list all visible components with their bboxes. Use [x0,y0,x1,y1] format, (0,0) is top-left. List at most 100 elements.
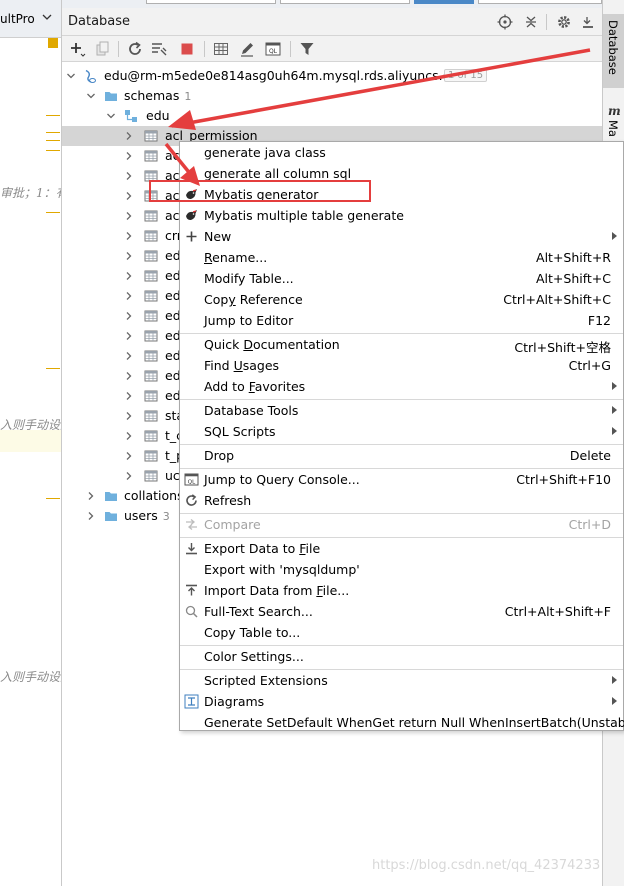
add-icon[interactable] [68,40,86,58]
schemas-label: schemas [124,88,180,103]
editor-tab[interactable]: ultPro [0,0,61,38]
menu-item-generate-java-class[interactable]: generate java class [180,142,623,163]
gutter-marker [46,498,60,499]
menu-item-export-data-to-file[interactable]: Export Data to File [180,538,623,559]
menu-item-new[interactable]: New [180,226,623,247]
menu-item-label: SQL Scripts [204,424,276,439]
menu-item-full-text-search[interactable]: Full-Text Search... Ctrl+Alt+Shift+F [180,601,623,622]
chevron-right-icon[interactable] [124,291,134,301]
chevron-right-icon[interactable] [124,231,134,241]
hide-icon[interactable] [580,14,596,30]
tab-stub[interactable] [478,0,602,4]
chevron-right-icon[interactable] [124,431,134,441]
chevron-right-icon[interactable] [124,371,134,381]
menu-item-diagrams[interactable]: Diagrams [180,691,623,712]
chevron-right-icon[interactable] [124,391,134,401]
tree-node-schemas[interactable]: schemas 1 [62,86,602,106]
chevron-right-icon[interactable] [124,351,134,361]
menu-item-label: Rename... [204,250,268,265]
chevron-right-icon[interactable] [124,211,134,221]
table-icon [144,210,158,222]
menu-item-drop[interactable]: Drop Delete [180,445,623,466]
menu-item-color-settings[interactable]: Color Settings... [180,646,623,667]
submenu-arrow-icon [612,406,617,414]
tool-window-title: Database [68,14,131,29]
chevron-right-icon[interactable] [124,331,134,341]
stop-icon[interactable] [178,40,196,58]
chevron-right-icon[interactable] [124,271,134,281]
toolbar-separator [204,41,205,57]
menu-item-rename[interactable]: Rename... Alt+Shift+R [180,247,623,268]
tree-node-datasource[interactable]: edu@rm-m5ede0e814asg0uh64m.mysql.rds.ali… [62,66,602,86]
menu-item-shortcut: Ctrl+Shift+空格 [514,340,611,355]
menu-item-add-to-favorites[interactable]: Add to Favorites [180,376,623,397]
menu-item-copy-table-to[interactable]: Copy Table to... [180,622,623,643]
menu-item-mybatis-multiple-table-generate[interactable]: Mybatis multiple table generate [180,205,623,226]
menu-item-import-data-from-file[interactable]: Import Data from File... [180,580,623,601]
chevron-right-icon[interactable] [86,491,96,501]
chevron-right-icon[interactable] [124,451,134,461]
tab-stub-active[interactable] [414,0,474,4]
menu-item-label: Add to Favorites [204,379,306,394]
menu-item-quick-documentation[interactable]: Quick Documentation Ctrl+Shift+空格 [180,334,623,355]
tab-stub[interactable] [146,0,276,4]
watermark: https://blog.csdn.net/qq_42374233 [372,858,601,873]
menu-item-export-with-mysqldump[interactable]: Export with 'mysqldump' [180,559,623,580]
menu-item-shortcut: Ctrl+Alt+Shift+F [504,604,611,619]
chevron-right-icon[interactable] [124,411,134,421]
chevron-right-icon[interactable] [124,251,134,261]
editor-area: ultPro 审批；1：有 入则手动设置 入则手动设置 [0,0,62,886]
editor-text: 入则手动设置 [0,418,61,432]
sidebar-tab-database[interactable]: Database [603,14,624,88]
table-icon [144,130,158,142]
menu-item-sql-scripts[interactable]: SQL Scripts [180,421,623,442]
menu-item-find-usages[interactable]: Find Usages Ctrl+G [180,355,623,376]
menu-item-label: Copy Table to... [204,625,301,640]
collapse-icon[interactable] [523,14,539,30]
editor-text: 审批；1：有 [0,186,62,200]
chevron-right-icon[interactable] [124,131,134,141]
submenu-arrow-icon [612,697,617,705]
chevron-right-icon[interactable] [124,151,134,161]
table-icon [144,270,158,282]
chevron-down-icon[interactable] [42,12,52,22]
menu-item-jump-to-query-console[interactable]: QL Jump to Query Console... Ctrl+Shift+F10 [180,469,623,490]
menu-item-refresh[interactable]: Refresh [180,490,623,511]
menu-item-label: Color Settings... [204,649,304,664]
menu-item-copy-reference[interactable]: Copy Reference Ctrl+Alt+Shift+C [180,289,623,310]
submenu-arrow-icon [612,427,617,435]
menu-item-scripted-extensions[interactable]: Scripted Extensions [180,670,623,691]
menu-item-generate-setdefault-whenget-return-null-[interactable]: Generate SetDefault WhenGet return Null … [180,712,624,733]
settings-icon[interactable] [556,14,572,30]
filter-icon[interactable] [298,40,316,58]
edit-icon[interactable] [238,40,256,58]
chevron-down-icon[interactable] [66,71,76,81]
menu-item-label: Copy Reference [204,292,303,307]
menu-item-jump-to-editor[interactable]: Jump to Editor F12 [180,310,623,331]
chevron-down-icon[interactable] [86,91,96,101]
tree-node-edu[interactable]: edu [62,106,602,126]
context-menu: generate java class generate all column s… [179,141,624,731]
duplicate-icon[interactable] [94,40,112,58]
datasource-badge: 1 of 15 [444,69,488,82]
tab-stub[interactable] [280,0,410,4]
search-icon [185,605,198,618]
table-icon[interactable] [212,40,230,58]
menu-item-compare[interactable]: Compare Ctrl+D [180,514,623,535]
chevron-right-icon[interactable] [124,311,134,321]
crosshair-icon[interactable] [497,14,513,30]
menu-item-database-tools[interactable]: Database Tools [180,400,623,421]
menu-item-label: generate all column sql [204,166,352,181]
refresh-icon[interactable] [126,40,144,58]
chevron-down-icon[interactable] [106,111,116,121]
table-icon [144,290,158,302]
chevron-right-icon[interactable] [124,171,134,181]
folder-icon [105,512,117,521]
menu-item-modify-table[interactable]: Modify Table... Alt+Shift+C [180,268,623,289]
chevron-right-icon[interactable] [86,511,96,521]
menu-item-label: Full-Text Search... [204,604,313,619]
chevron-right-icon[interactable] [124,471,134,481]
schema-sync-icon[interactable] [150,40,168,58]
chevron-right-icon[interactable] [124,191,134,201]
console-icon[interactable]: QL [264,40,282,58]
